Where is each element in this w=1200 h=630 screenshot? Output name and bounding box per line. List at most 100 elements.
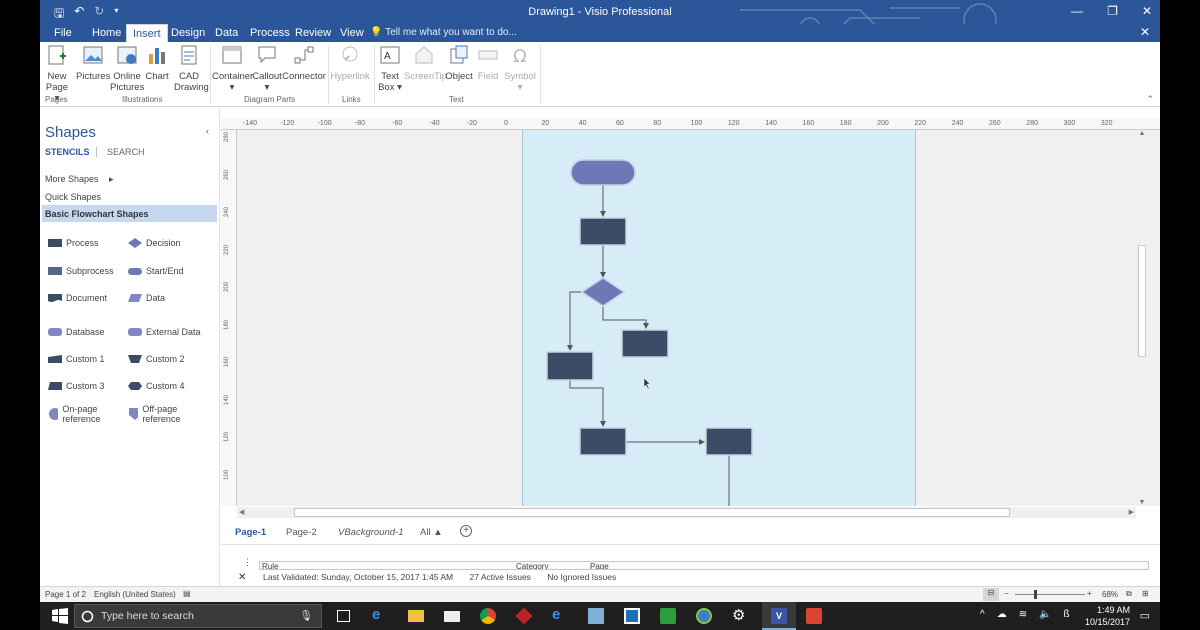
shape-database[interactable]: Database	[48, 327, 105, 337]
column-page[interactable]: Page	[590, 562, 609, 569]
shape-decision[interactable]: Decision	[128, 238, 181, 248]
zoom-out-icon[interactable]: −	[1004, 589, 1009, 598]
stencils-tab[interactable]: STENCILS	[45, 147, 90, 157]
horizontal-scroll-thumb[interactable]	[294, 508, 1010, 517]
connector-line[interactable]	[569, 380, 606, 427]
scroll-up-icon[interactable]: ▲	[1136, 130, 1148, 137]
callout-button[interactable]: Callout ▾	[252, 44, 282, 93]
quick-shapes-item[interactable]: Quick Shapes	[45, 192, 101, 202]
search-tab[interactable]: SEARCH	[107, 147, 145, 157]
visio-taskbar-button[interactable]: V	[762, 602, 796, 630]
app-diamond-icon[interactable]	[515, 607, 533, 625]
process-shape[interactable]	[546, 351, 594, 381]
volume-icon[interactable]: 🔈	[1039, 609, 1051, 620]
app-globe-icon[interactable]	[696, 608, 712, 624]
shape-data[interactable]: Data	[128, 293, 165, 303]
screentip-button[interactable]: ScreenTip	[404, 44, 447, 82]
online-pictures-button[interactable]: Online Pictures	[110, 44, 144, 93]
zoom-slider-thumb[interactable]	[1034, 590, 1037, 599]
hyperlink-button[interactable]: Hyperlink	[330, 44, 370, 82]
restore-icon[interactable]: ❐	[1107, 4, 1118, 18]
close-document-icon[interactable]: ✕	[1140, 25, 1150, 39]
minimize-icon[interactable]: —	[1071, 4, 1083, 18]
collapse-panel-icon[interactable]: ‹	[206, 126, 209, 136]
app-window-icon[interactable]	[624, 608, 640, 624]
issues-options-icon[interactable]: ⋮	[243, 557, 252, 568]
windows-start-icon[interactable]	[52, 608, 68, 624]
edge-browser-icon[interactable]: e	[372, 606, 388, 623]
action-center-icon[interactable]: ▭	[1140, 609, 1150, 622]
tab-view[interactable]: View	[334, 24, 370, 42]
macro-icon[interactable]: ▤	[183, 589, 191, 598]
basic-flowchart-shapes-item[interactable]: Basic Flowchart Shapes	[42, 205, 217, 222]
shape-custom-3[interactable]: Custom 3	[48, 381, 105, 391]
shape-external-data[interactable]: External Data	[128, 327, 201, 337]
connector-line[interactable]	[602, 306, 649, 329]
shape-off-page-reference[interactable]: Off-page reference	[128, 404, 198, 424]
chrome-icon[interactable]	[480, 608, 496, 624]
ime-icon[interactable]: ß	[1064, 609, 1070, 620]
shape-process[interactable]: Process	[48, 238, 99, 248]
fit-page-icon[interactable]: ⧉	[1126, 589, 1132, 599]
taskbar-clock[interactable]: 1:49 AM 10/15/2017	[1085, 604, 1130, 628]
file-explorer-icon[interactable]	[408, 610, 424, 622]
taskbar-search-box[interactable]: Type here to search 🎙	[74, 604, 322, 628]
cad-drawing-button[interactable]: CAD Drawing	[174, 44, 209, 93]
task-view-icon[interactable]	[337, 610, 350, 622]
symbol-button[interactable]: Ω Symbol ▾	[502, 44, 538, 93]
connector-button[interactable]: Connector	[282, 44, 326, 82]
page-indicator[interactable]: Page 1 of 2	[45, 590, 86, 599]
chevron-up-icon[interactable]: ^	[980, 609, 985, 620]
object-button[interactable]: Object	[444, 44, 474, 82]
collapse-ribbon-icon[interactable]: ⌃	[1146, 94, 1154, 105]
onedrive-icon[interactable]: ☁	[997, 609, 1007, 620]
add-page-icon[interactable]: +	[460, 525, 472, 537]
shape-subprocess[interactable]: Subprocess	[48, 266, 114, 276]
shape-custom-2[interactable]: Custom 2	[128, 354, 185, 364]
container-button[interactable]: Container ▾	[212, 44, 253, 93]
microphone-icon[interactable]: 🎙	[300, 609, 313, 622]
column-rule[interactable]: Rule	[262, 562, 278, 569]
zoom-in-icon[interactable]: +	[1087, 589, 1092, 598]
settings-gear-icon[interactable]: ⚙	[732, 606, 748, 624]
start-end-shape[interactable]	[570, 159, 636, 186]
camtasia-recorder-icon[interactable]	[806, 608, 822, 624]
page-tab-1[interactable]: Page-1	[235, 527, 266, 538]
scroll-down-icon[interactable]: ▼	[1136, 499, 1148, 506]
process-shape[interactable]	[705, 427, 753, 456]
decision-shape[interactable]	[580, 277, 626, 307]
wifi-icon[interactable]: ≋	[1019, 609, 1027, 620]
language-indicator[interactable]: English (United States)	[94, 590, 176, 599]
zoom-level[interactable]: 68%	[1102, 590, 1118, 599]
scroll-left-icon[interactable]: ◀	[239, 508, 244, 516]
mail-icon[interactable]	[444, 611, 460, 622]
internet-explorer-icon[interactable]: e	[552, 606, 568, 623]
page-tab-2[interactable]: Page-2	[286, 527, 317, 538]
shape-on-page-reference[interactable]: On-page reference	[48, 404, 118, 424]
process-shape[interactable]	[579, 427, 627, 456]
shape-document[interactable]: Document	[48, 293, 107, 303]
column-category[interactable]: Category	[516, 562, 548, 569]
tab-review[interactable]: Review	[289, 24, 337, 42]
pictures-button[interactable]: Pictures	[76, 44, 110, 82]
shape-custom-4[interactable]: Custom 4	[128, 381, 185, 391]
tab-process[interactable]: Process	[244, 24, 296, 42]
camtasia-green-icon[interactable]	[660, 608, 676, 624]
connector-line[interactable]	[567, 291, 582, 351]
app-icon[interactable]	[588, 608, 604, 624]
text-box-button[interactable]: A Text Box ▾	[376, 44, 404, 93]
process-shape[interactable]	[621, 329, 669, 358]
tab-data[interactable]: Data	[209, 24, 244, 42]
zoom-slider[interactable]	[1015, 594, 1085, 595]
shape-start-end[interactable]: Start/End	[128, 266, 184, 276]
switch-windows-icon[interactable]: ⊞	[1142, 589, 1149, 598]
field-button[interactable]: Field	[474, 44, 502, 82]
all-pages-tab[interactable]: All ▲	[420, 527, 443, 538]
tab-design[interactable]: Design	[165, 24, 211, 42]
process-shape[interactable]	[579, 217, 627, 246]
tab-file[interactable]: File	[48, 24, 78, 42]
shape-custom-1[interactable]: Custom 1	[48, 354, 105, 364]
tab-home[interactable]: Home	[86, 24, 127, 42]
vertical-scroll-thumb[interactable]	[1138, 245, 1146, 357]
tab-insert[interactable]: Insert	[126, 24, 168, 42]
